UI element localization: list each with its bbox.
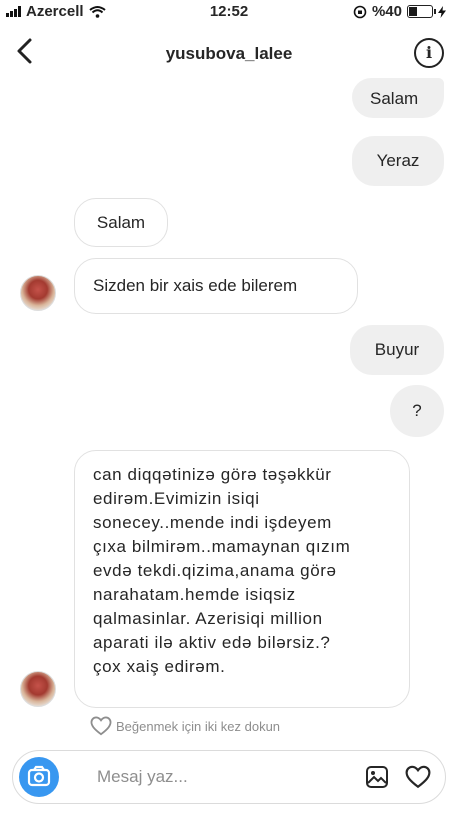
battery-icon xyxy=(407,5,436,18)
message-bubble-received[interactable]: can diqqətinizə görə təşəkkür edirəm.Evi… xyxy=(74,450,410,708)
message-text: Buyur xyxy=(374,340,420,359)
chat-header: yusubova_lalee i xyxy=(0,28,458,78)
message-text: Yeraz xyxy=(376,151,420,170)
camera-icon xyxy=(27,765,51,787)
message-line: çox xaiş edirəm. xyxy=(93,657,226,676)
message-text: ? xyxy=(412,401,422,420)
like-hint: Beğenmek için iki kez dokun xyxy=(90,716,280,736)
battery-label: %40 xyxy=(371,3,402,20)
heart-icon[interactable] xyxy=(405,765,431,789)
message-bubble-sent[interactable]: ? xyxy=(390,385,444,437)
message-bubble-sent[interactable]: Buyur xyxy=(350,325,444,375)
message-line: can diqqətinizə görə təşəkkür xyxy=(93,465,332,484)
avatar[interactable] xyxy=(20,671,56,707)
heart-outline-icon[interactable] xyxy=(90,716,112,736)
message-line: qalmasinlar. Azerisiqi million xyxy=(93,609,323,628)
message-line: edirəm.Evimizin isiqi xyxy=(93,489,260,508)
message-text: Salam xyxy=(370,89,419,108)
orientation-lock-icon xyxy=(353,5,367,18)
gallery-icon[interactable] xyxy=(365,765,389,789)
message-line: çıxa bilmirəm..mamaynan qızım xyxy=(93,537,351,556)
message-text: Sizden bir xais ede bilerem xyxy=(93,276,298,295)
info-icon[interactable]: i xyxy=(414,38,444,68)
message-bubble-sent[interactable]: Yeraz xyxy=(352,136,444,186)
status-bar: Azercell 12:52 %40 xyxy=(0,0,458,24)
avatar[interactable] xyxy=(20,275,56,311)
message-line: evdə tekdi.qizima,anama görə xyxy=(93,561,337,580)
charging-icon xyxy=(438,5,446,18)
message-line: aparati ilə aktiv edə bilərsiz.? xyxy=(93,633,331,652)
message-bubble-sent[interactable]: Salam xyxy=(352,78,444,118)
message-text: Salam xyxy=(96,213,146,232)
message-composer[interactable]: Mesaj yaz... xyxy=(12,750,446,804)
chat-username[interactable]: yusubova_lalee xyxy=(0,44,458,64)
message-input[interactable]: Mesaj yaz... xyxy=(97,767,188,787)
camera-button[interactable] xyxy=(19,757,59,797)
message-bubble-received[interactable]: Sizden bir xais ede bilerem xyxy=(74,258,358,314)
message-line: sonecey..mende indi işdeyem xyxy=(93,513,332,532)
message-line: narahatam.hemde isiqsiz xyxy=(93,585,296,604)
like-hint-text: Beğenmek için iki kez dokun xyxy=(116,718,281,734)
status-right: %40 xyxy=(353,3,446,20)
message-bubble-received[interactable]: Salam xyxy=(74,198,168,247)
battery-level xyxy=(409,7,417,16)
